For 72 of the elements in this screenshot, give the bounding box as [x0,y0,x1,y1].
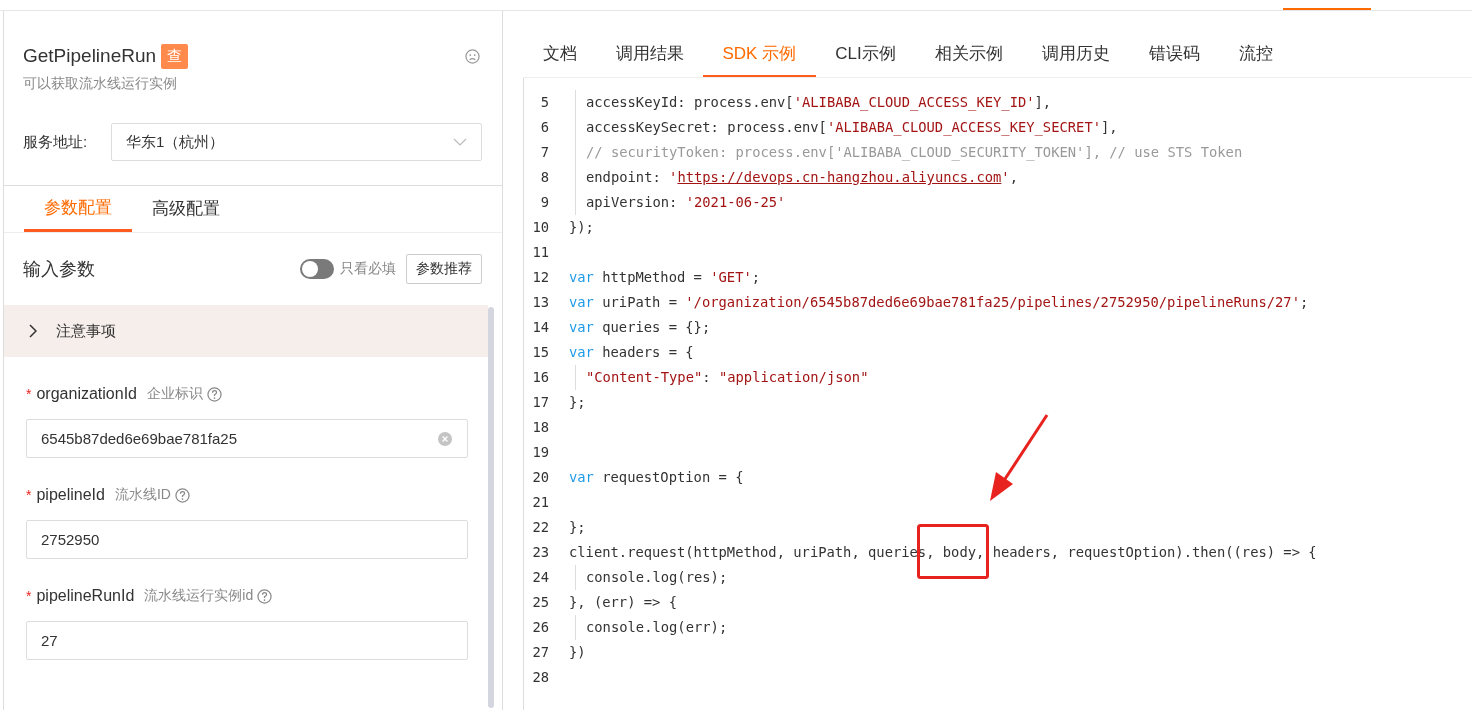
method-badge: 查 [161,43,189,69]
line-number: 12 [531,268,549,287]
help-icon[interactable] [206,386,222,402]
config-tab[interactable]: 高级配置 [132,186,240,232]
tab[interactable]: 错误码 [1129,42,1220,77]
api-name: GetPipelineRun [23,45,157,67]
tab[interactable]: CLI示例 [815,42,916,77]
required-asterisk: * [26,588,32,604]
toggle-switch[interactable] [300,259,334,279]
code-line: }); [569,218,594,237]
field-description: 流水线运行实例id [144,587,254,605]
line-number: 22 [531,518,549,537]
line-number: 7 [539,143,549,162]
line-number: 16 [531,368,549,387]
field-description: 流水线ID [114,486,171,504]
field-name: organizationId [36,385,137,403]
chevron-down-icon [453,138,467,146]
line-number: 11 [531,243,549,262]
input-field[interactable]: 6545b87ded6e69bae781fa25 [26,419,468,458]
sad-face-icon[interactable] [465,48,480,64]
line-number: 9 [539,193,549,212]
line-number: 26 [531,618,549,637]
notes-collapse[interactable]: 注意事项 [4,305,488,357]
line-number: 18 [531,418,549,437]
chevron-icon [29,324,37,338]
field-description: 企业标识 [146,385,203,403]
code-line: var uriPath = '/organization/6545b87ded6e69bae781fa25/pipelines/2752950/pipelineRuns/27'; [569,293,1309,312]
code-line: }; [569,393,586,412]
line-number: 15 [531,343,549,362]
tab[interactable]: 调用历史 [1022,42,1130,77]
code-line: }; [569,518,586,537]
region-select[interactable]: 华东1（杭州） [111,123,482,161]
code-line: var queries = {}; [569,318,711,337]
code-line: }, (err) => { [569,593,677,612]
line-number: 10 [531,218,549,237]
line-number: 13 [531,293,549,312]
line-number: 19 [531,443,549,462]
line-number: 25 [531,593,549,612]
line-number: 8 [539,168,549,187]
code-line: var httpMethod = 'GET'; [569,268,761,287]
line-number: 23 [531,543,549,562]
line-number: 17 [531,393,549,412]
line-number: 20 [531,468,549,487]
line-number: 27 [531,643,549,662]
help-icon[interactable] [174,487,190,503]
line-number: 24 [531,568,549,587]
code-line: var requestOption = { [569,468,744,487]
field-name: pipelineRunId [36,587,135,605]
field-name: pipelineId [36,486,105,504]
required-asterisk: * [26,386,32,402]
code-line: }) [569,643,586,662]
recommend-button[interactable]: 参数推荐 [406,254,482,284]
line-number: 28 [531,668,549,687]
code-line: var headers = { [569,343,694,362]
line-number: 6 [539,118,549,137]
tab[interactable]: 文档 [523,42,596,77]
tab[interactable]: 调用结果 [596,42,703,77]
tab[interactable]: 相关示例 [915,42,1023,77]
clear-icon[interactable] [438,431,452,446]
service-label: 服务地址: [23,132,89,152]
help-icon[interactable] [257,588,273,604]
input-field[interactable]: 27 [26,621,468,660]
required-asterisk: * [26,487,32,503]
line-number: 21 [531,493,549,512]
scrollbar[interactable] [488,307,494,708]
section-title: 输入参数 [23,258,95,281]
toggle-label: 只看必填 [340,260,396,278]
input-field[interactable]: 2752950 [26,520,468,559]
tab[interactable]: 流控 [1219,42,1293,77]
line-number: 5 [539,93,549,112]
line-number: 14 [531,318,549,337]
api-description: 可以获取流水线运行实例 [23,75,178,93]
